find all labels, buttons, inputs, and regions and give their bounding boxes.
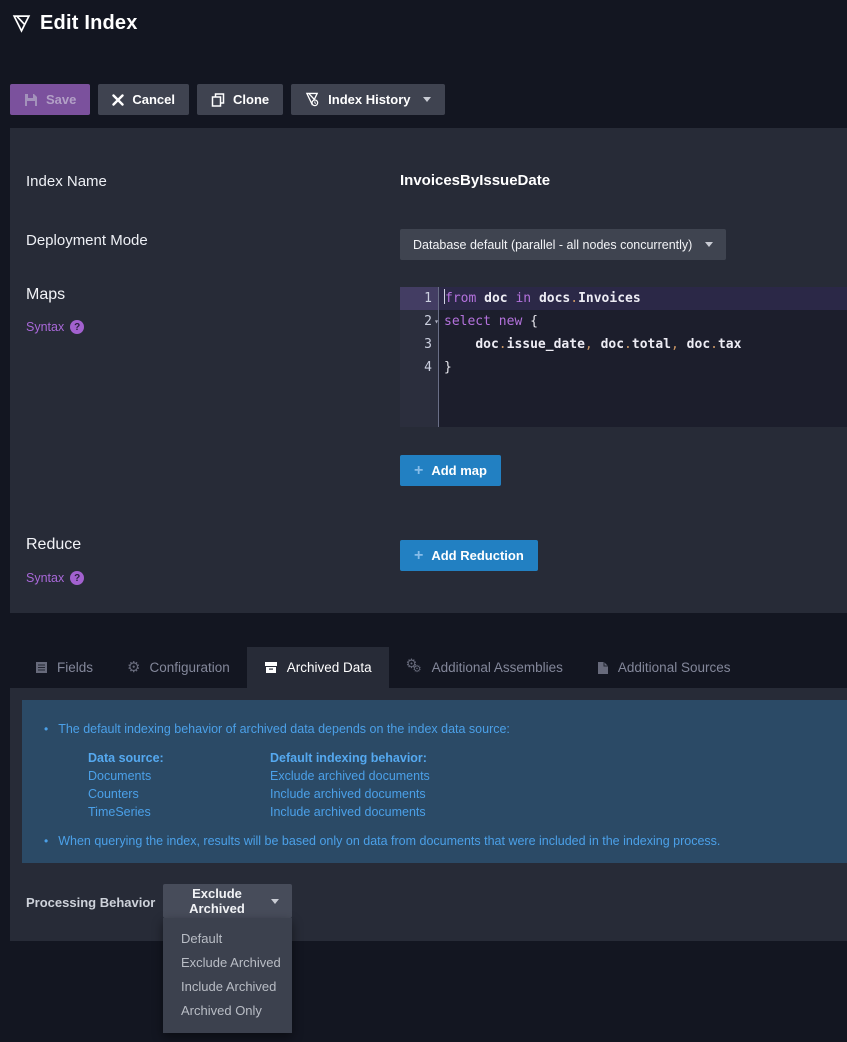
line-number: 1 [400,287,438,310]
table-header: Data source: [88,751,270,765]
code-line[interactable]: select new { [439,310,847,333]
tab-label: Additional Sources [618,660,731,675]
deployment-mode-label: Deployment Mode [26,232,148,249]
save-label: Save [46,92,76,107]
tab-archived-data[interactable]: Archived Data [247,647,389,688]
chevron-down-icon [423,97,431,102]
gears-icon: ⚙ ⚙ [406,660,423,676]
add-reduction-button[interactable]: + Add Reduction [400,540,538,571]
code-line[interactable]: from doc in docs.Invoices [439,287,847,310]
add-map-label: Add map [431,463,487,478]
line-number: 2▾ [400,310,438,333]
edit-index-page: { "header": { "title": "Edit Index" }, "… [0,0,847,1042]
archived-data-panel: • The default indexing behavior of archi… [10,688,847,941]
reduce-syntax-link[interactable]: Syntax ? [26,571,84,585]
tab-label: Fields [57,660,93,675]
toolbar: Save Cancel Clone Index History [10,84,445,115]
maps-section-label: Maps [26,286,65,304]
menu-item-exclude-archived[interactable]: Exclude Archived [163,951,292,975]
bullet-icon: • [44,834,48,849]
chevron-down-icon [271,899,279,904]
code-line[interactable]: doc.issue_date, doc.total, doc.tax [439,333,847,356]
menu-item-include-archived[interactable]: Include Archived [163,975,292,999]
archive-icon [264,661,278,674]
tab-additional-sources[interactable]: Additional Sources [580,647,748,688]
info-bullet-2: • When querying the index, results will … [44,834,847,849]
processing-behavior-label: Processing Behavior [26,895,155,910]
question-icon: ? [70,320,84,334]
code-gutter: 12▾34 [400,287,439,427]
tab-bar: Fields ⚙ Configuration Archived Data ⚙ ⚙… [10,647,747,688]
syntax-label: Syntax [26,571,64,585]
index-history-button[interactable]: Index History [291,84,444,115]
index-logo-icon [12,14,31,33]
reduce-section-label: Reduce [26,536,81,554]
clone-button[interactable]: Clone [197,84,283,115]
cancel-label: Cancel [132,92,175,107]
clone-icon [211,93,225,107]
table-cell: Documents [88,769,270,783]
page-title: Edit Index [40,12,138,35]
plus-icon: + [414,548,423,564]
index-name-value: InvoicesByIssueDate [400,172,550,189]
menu-item-archived-only[interactable]: Archived Only [163,999,292,1023]
table-cell: Include archived documents [270,787,847,801]
index-history-label: Index History [328,92,410,107]
processing-behavior-menu: DefaultExclude ArchivedInclude ArchivedA… [163,918,292,1033]
fold-caret-icon[interactable]: ▾ [434,310,439,333]
tab-configuration[interactable]: ⚙ Configuration [110,647,247,688]
file-icon [597,661,609,675]
line-number: 4 [400,356,438,379]
chevron-down-icon [705,242,713,247]
page-header: Edit Index [12,12,138,35]
table-cell: Exclude archived documents [270,769,847,783]
archived-data-infobox: • The default indexing behavior of archi… [22,700,847,863]
gear-icon: ⚙ [127,660,140,675]
add-reduction-label: Add Reduction [431,548,523,563]
tab-label: Configuration [149,660,229,675]
code-line[interactable]: } [439,356,847,379]
line-number: 3 [400,333,438,356]
deployment-mode-select[interactable]: Database default (parallel - all nodes c… [400,229,726,260]
default-behavior-table: Data source:Default indexing behavior:Do… [88,751,847,819]
index-name-label: Index Name [26,173,107,190]
tab-label: Additional Assemblies [432,660,563,675]
code-content[interactable]: from doc in docs.Invoicesselect new { do… [439,287,847,427]
clone-label: Clone [233,92,269,107]
table-cell: Counters [88,787,270,801]
processing-behavior-value: Exclude Archived [176,886,258,916]
fields-icon [35,661,48,674]
tab-label: Archived Data [287,660,372,675]
info-bullet-1: • The default indexing behavior of archi… [44,722,847,737]
bullet-icon: • [44,722,48,737]
maps-syntax-link[interactable]: Syntax ? [26,320,84,334]
table-header: Default indexing behavior: [270,751,847,765]
menu-item-default[interactable]: Default [163,927,292,951]
table-cell: Include archived documents [270,805,847,819]
syntax-label: Syntax [26,320,64,334]
index-history-icon [305,92,320,107]
tab-fields[interactable]: Fields [18,647,110,688]
deployment-mode-value: Database default (parallel - all nodes c… [413,238,692,252]
plus-icon: + [414,463,423,479]
question-icon: ? [70,571,84,585]
cancel-button[interactable]: Cancel [98,84,189,115]
add-map-button[interactable]: + Add map [400,455,501,486]
index-form-panel: Index Name InvoicesByIssueDate Deploymen… [10,128,847,613]
table-cell: TimeSeries [88,805,270,819]
processing-behavior-select[interactable]: Exclude Archived [163,884,292,918]
save-icon [24,93,38,107]
map-code-editor[interactable]: 12▾34 from doc in docs.Invoicesselect ne… [400,287,847,427]
save-button[interactable]: Save [10,84,90,115]
tab-additional-assemblies[interactable]: ⚙ ⚙ Additional Assemblies [389,647,580,688]
cancel-icon [112,94,124,106]
